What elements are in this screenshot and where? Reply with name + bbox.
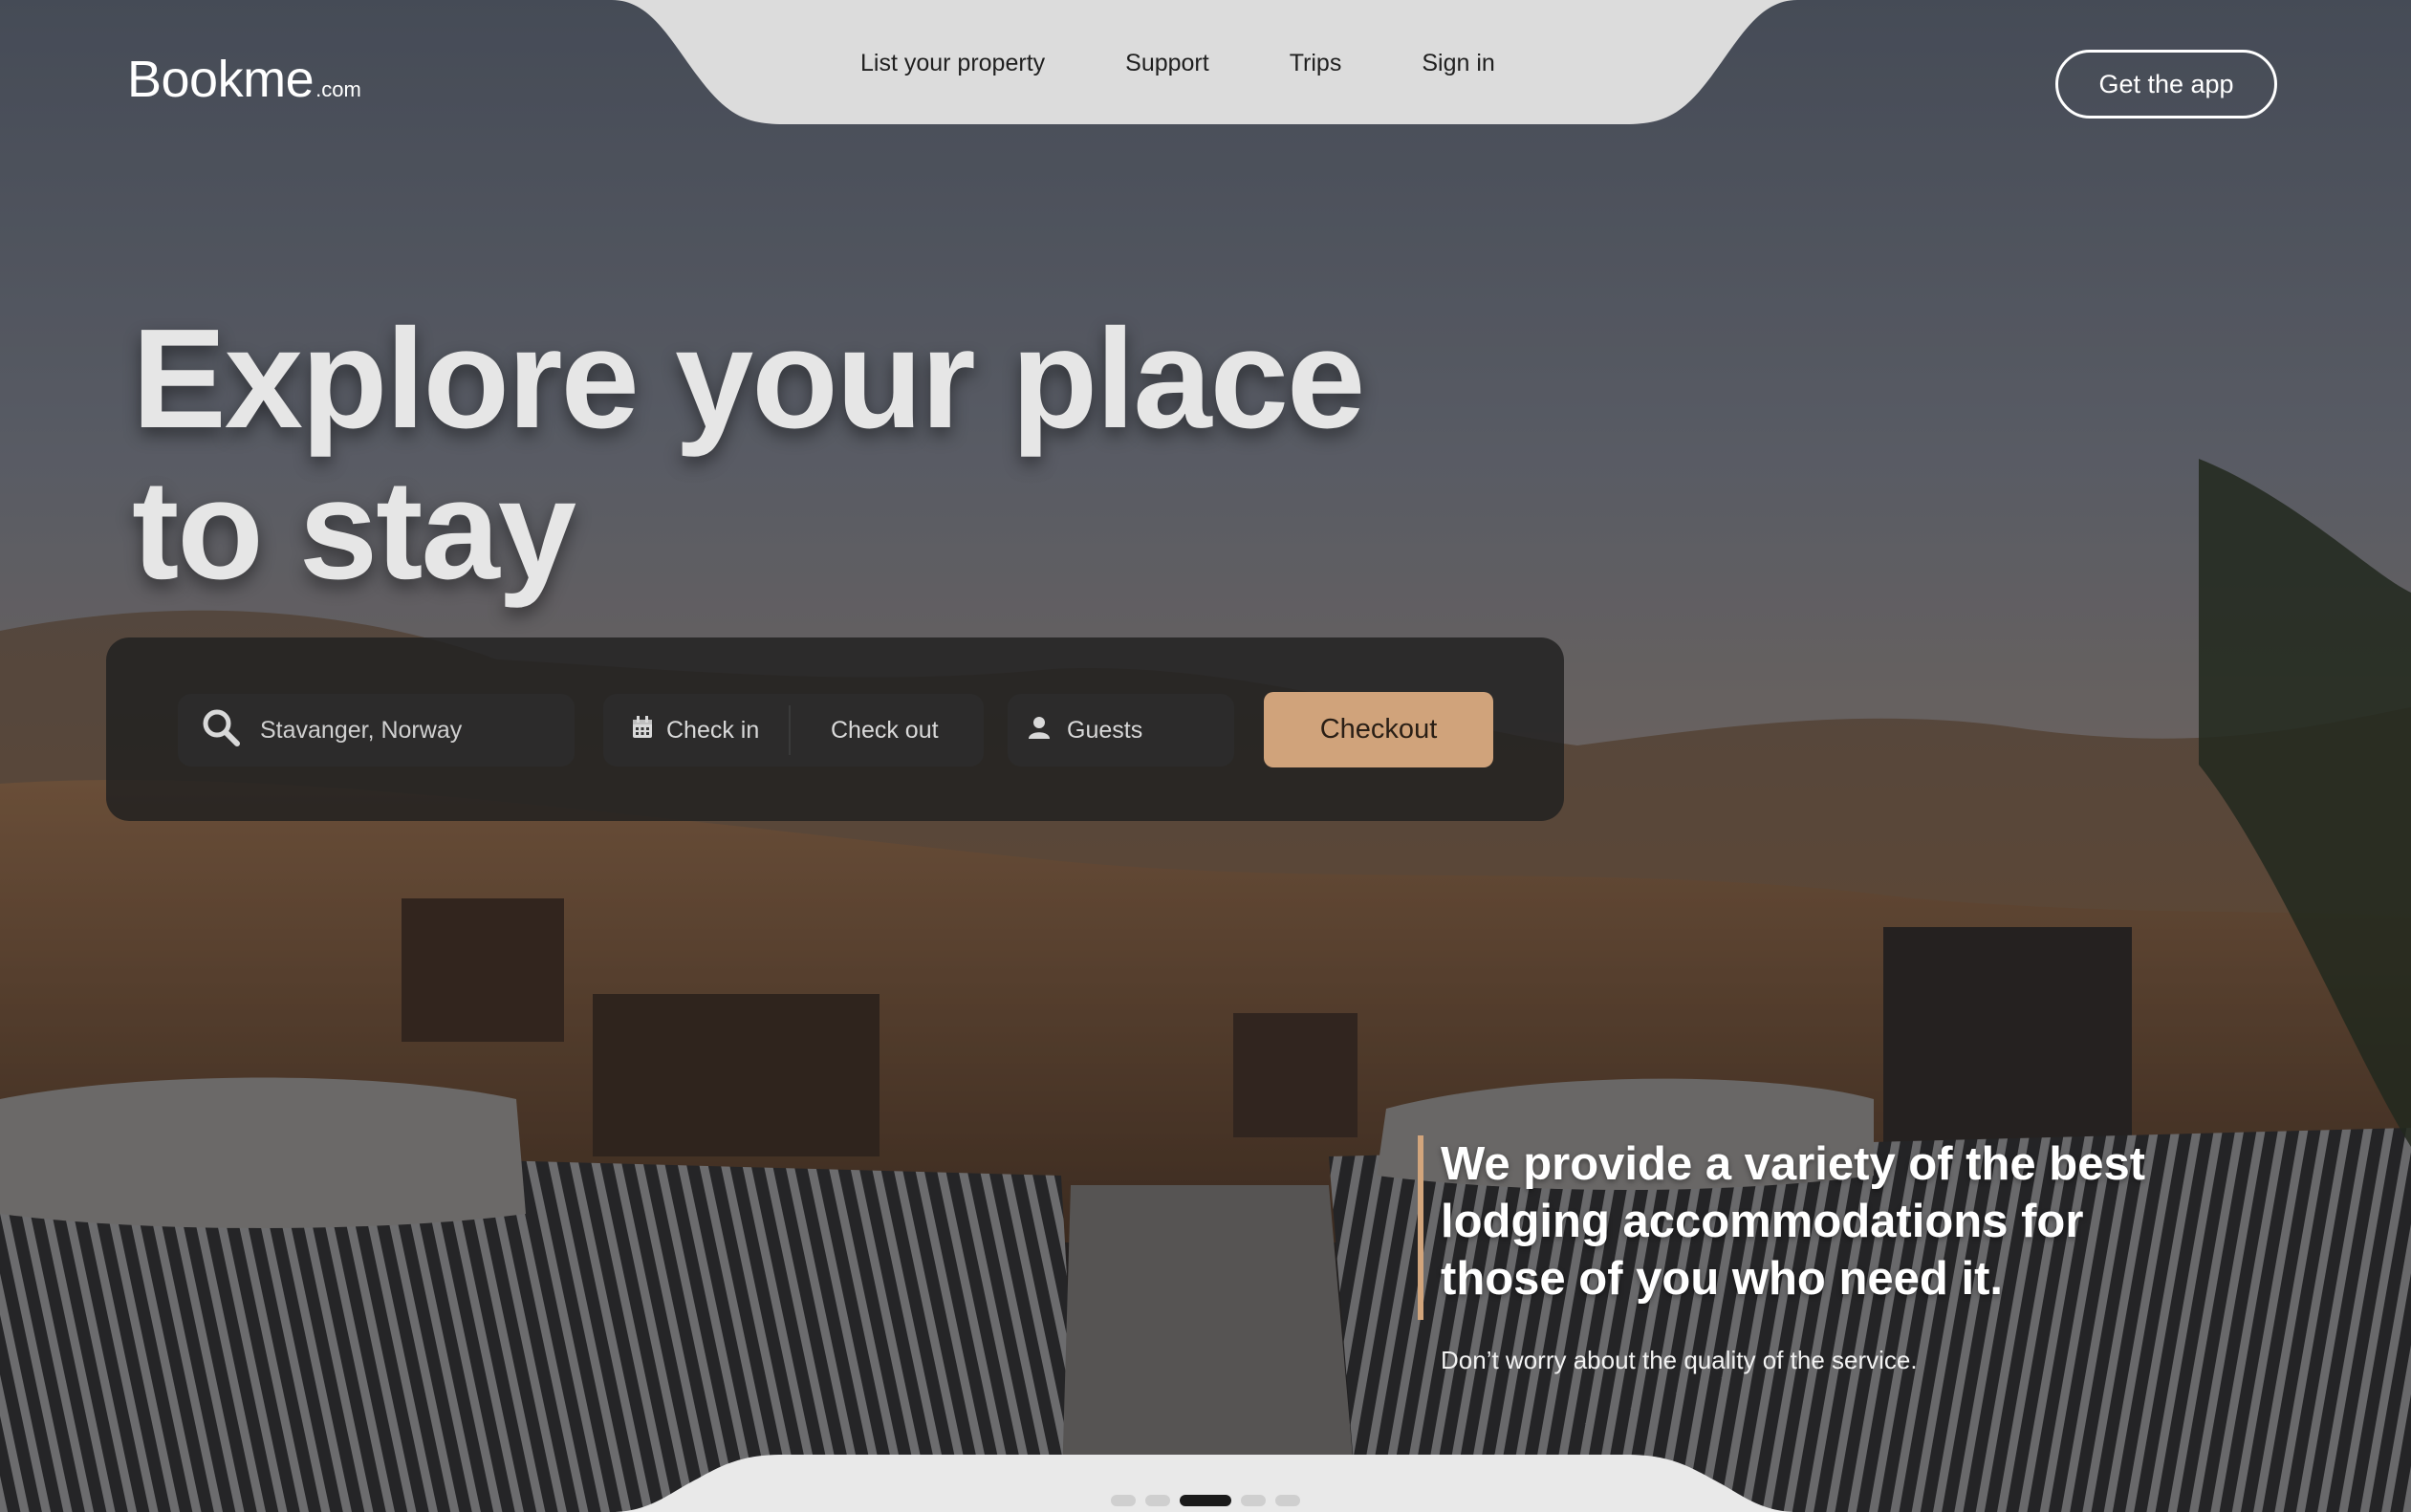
date-range-field: Check in Check out xyxy=(603,694,984,767)
guests-label: Guests xyxy=(1067,716,1143,744)
pagination-dot[interactable] xyxy=(1180,1495,1231,1506)
main-nav: List your property Support Trips Sign in xyxy=(860,50,1495,77)
pagination-dot[interactable] xyxy=(1111,1495,1136,1506)
location-input[interactable] xyxy=(258,715,575,745)
promo-subtitle: Don’t worry about the quality of the ser… xyxy=(1441,1346,1918,1374)
nav-support[interactable]: Support xyxy=(1125,50,1209,77)
check-out-field[interactable]: Check out xyxy=(791,694,939,767)
checkout-button[interactable]: Checkout xyxy=(1264,692,1493,767)
brand-logo[interactable]: Bookme.com xyxy=(127,50,361,109)
search-icon xyxy=(201,707,241,754)
check-in-label: Check in xyxy=(666,716,760,744)
check-out-label: Check out xyxy=(831,716,939,744)
pagination-dot[interactable] xyxy=(1145,1495,1170,1506)
user-icon xyxy=(1029,716,1050,745)
search-panel: Check in Check out Guests Checkout xyxy=(106,637,1564,821)
promo-accent-bar xyxy=(1418,1135,1423,1320)
get-app-button[interactable]: Get the app xyxy=(2055,50,2277,119)
calendar-icon xyxy=(632,715,653,745)
hero-headline-line2: to stay xyxy=(132,451,576,609)
nav-list-property[interactable]: List your property xyxy=(860,50,1045,77)
pagination-dot[interactable] xyxy=(1241,1495,1266,1506)
nav-sign-in[interactable]: Sign in xyxy=(1422,50,1494,77)
brand-tld: .com xyxy=(315,77,361,101)
brand-name: Bookme xyxy=(127,51,315,108)
hero-headline: Explore your place to stay xyxy=(132,304,1470,606)
nav-trips[interactable]: Trips xyxy=(1290,50,1342,77)
hero-headline-line1: Explore your place xyxy=(132,300,1365,458)
promo-title: We provide a variety of the best lodging… xyxy=(1441,1138,2146,1305)
guests-field[interactable]: Guests xyxy=(1008,694,1234,767)
location-field[interactable] xyxy=(178,694,575,767)
check-in-field[interactable]: Check in xyxy=(603,694,789,767)
pagination-dot[interactable] xyxy=(1275,1495,1300,1506)
carousel-pagination xyxy=(1111,1495,1300,1506)
